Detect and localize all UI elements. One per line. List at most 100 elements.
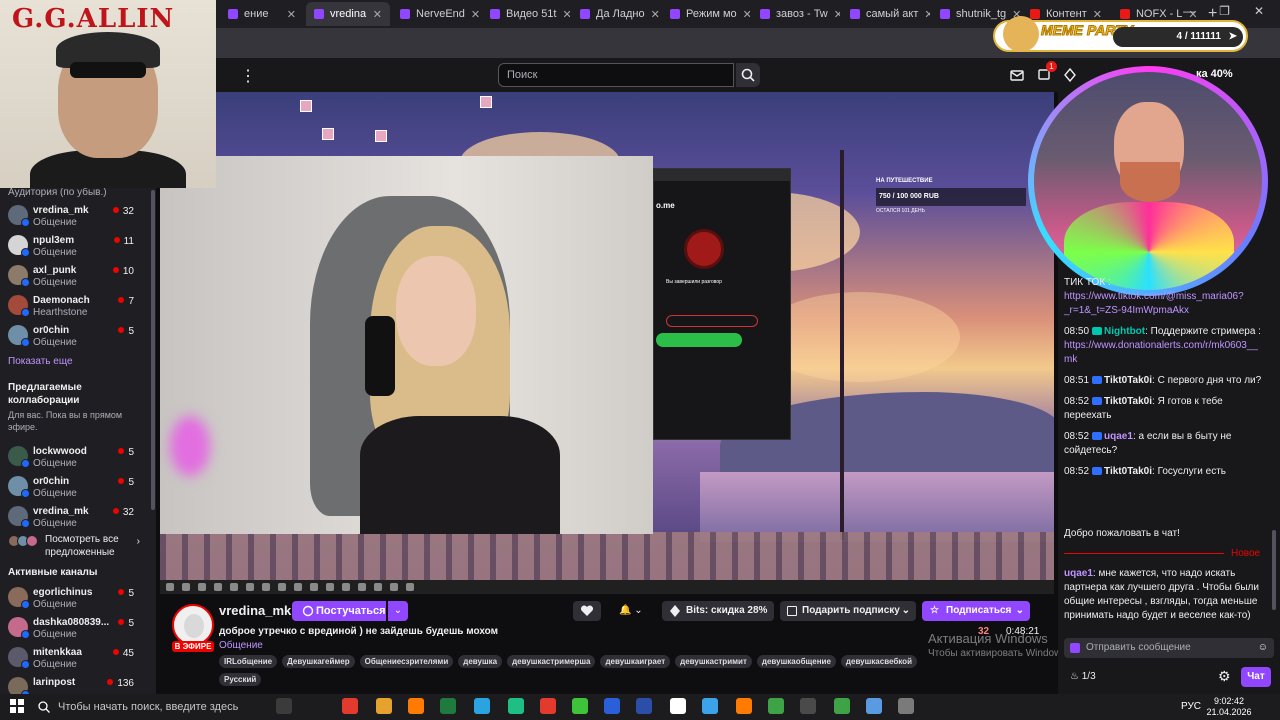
taskbar-app-icon[interactable] [604, 698, 620, 714]
stream-tag[interactable]: Русский [219, 673, 262, 686]
close-tab-icon[interactable]: ✕ [834, 8, 840, 21]
sidebar-channel-item[interactable]: or0chin Общение 5 [0, 320, 156, 350]
taskbar-app-icon[interactable] [768, 698, 784, 714]
see-all-suggested-button[interactable]: Посмотреть все предложенные › [0, 531, 156, 561]
stream-tag[interactable]: Общениесзрителями [359, 655, 454, 668]
stream-tag[interactable]: девушкасвебкой [840, 655, 917, 668]
close-tab-icon[interactable]: ✕ [1093, 8, 1102, 21]
windows-start-icon[interactable] [10, 699, 24, 713]
raid-button[interactable]: Постучаться [292, 601, 386, 621]
sidebar-channel-item[interactable]: larinpost 136 [0, 672, 156, 694]
taskbar-app-icon[interactable] [408, 698, 424, 714]
bits-button[interactable]: Bits: скидка 28% [662, 601, 774, 621]
browser-tab[interactable]: Видео 51t ✕ [482, 2, 570, 26]
browser-tab[interactable]: самый акт ✕ [842, 2, 930, 26]
sidebar-scrollbar[interactable] [151, 190, 155, 510]
browser-tab[interactable]: ение ✕ [220, 2, 304, 26]
stream-tag[interactable]: девушкаиграет [600, 655, 671, 668]
sidebar-channel-item[interactable]: axl_punk Общение 10 [0, 260, 156, 290]
sidebar-channel-item[interactable]: lockwwood Общение 5 [0, 441, 156, 471]
chat-username[interactable]: Tikt0Tak0i [1104, 466, 1152, 477]
taskbar-app-icon[interactable] [540, 698, 556, 714]
stream-tag[interactable]: девушка [458, 655, 503, 668]
bits-icon[interactable] [1070, 643, 1080, 653]
taskbar-app-icon[interactable] [834, 698, 850, 714]
streamer-name[interactable]: vredina_mk [219, 603, 291, 618]
close-tab-icon[interactable]: ✕ [287, 8, 296, 21]
minimize-icon[interactable]: — [1183, 4, 1195, 18]
inbox-icon[interactable] [1010, 68, 1024, 82]
taskbar-app-icon[interactable] [736, 698, 752, 714]
taskbar-app-icon[interactable] [702, 698, 718, 714]
stream-tag[interactable]: девушкастримерша [507, 655, 596, 668]
chat-settings-icon[interactable]: ⚙ [1218, 668, 1231, 685]
chat-username[interactable]: uqae1 [1104, 431, 1133, 442]
stream-category-link[interactable]: Общение [219, 640, 263, 651]
taskbar-app-icon[interactable] [636, 698, 652, 714]
browser-tab[interactable]: Да Ладно ✕ [572, 2, 660, 26]
chat-link[interactable]: https://www.donationalerts.com/r/mk0603_… [1064, 340, 1258, 365]
taskbar-app-icon[interactable] [866, 698, 882, 714]
sidebar-channel-item[interactable]: Daemonach Hearthstone 7 [0, 290, 156, 320]
stream-tag[interactable]: Девушкагеймер [282, 655, 355, 668]
windows-search-input[interactable]: Чтобы начать поиск, введите здесь запрос [34, 697, 262, 717]
chat-username[interactable]: Tikt0Tak0i [1104, 375, 1152, 386]
close-window-icon[interactable]: ✕ [1254, 4, 1264, 18]
maximize-icon[interactable]: ❐ [1219, 4, 1230, 18]
emote-icon[interactable]: ☺ [1258, 638, 1268, 658]
streamer-avatar[interactable] [172, 604, 214, 646]
sidebar-channel-item[interactable]: vredina_mk Общение 32 [0, 501, 156, 531]
stream-tag[interactable]: IRLобщение [219, 655, 278, 668]
taskbar-app-icon[interactable] [342, 698, 358, 714]
language-indicator[interactable]: РУС [1181, 701, 1201, 712]
close-tab-icon[interactable]: ✕ [562, 8, 570, 21]
browser-tab[interactable]: завоз - Tw ✕ [752, 2, 840, 26]
chat-link[interactable]: https://www.tiktok.com/@miss_maria06?_r=… [1064, 291, 1244, 316]
bits-icon[interactable] [1063, 68, 1077, 82]
chat-username[interactable]: uqae1 [1064, 568, 1093, 579]
taskbar-app-icon[interactable] [800, 698, 816, 714]
notifications-bell-button[interactable]: 🔔 ⌄ [611, 601, 657, 621]
chat-input[interactable]: Отправить сообщение ☺ [1064, 638, 1274, 658]
close-tab-icon[interactable]: ✕ [471, 8, 480, 21]
taskbar-app-icon[interactable] [376, 698, 392, 714]
chat-username[interactable]: Tikt0Tak0i [1104, 396, 1152, 407]
search-button[interactable] [736, 63, 760, 87]
browser-tab[interactable]: NerveEnd ✕ [392, 2, 480, 26]
browser-tab[interactable]: Режим мо ✕ [662, 2, 750, 26]
more-menu-icon[interactable]: ⋮ [240, 66, 256, 86]
chat-send-button[interactable]: Чат [1241, 667, 1271, 687]
chat-scrollbar[interactable] [1272, 530, 1276, 610]
raid-dropdown-button[interactable]: ⌄ [388, 601, 408, 621]
close-tab-icon[interactable]: ✕ [924, 8, 930, 21]
follow-button[interactable] [573, 601, 601, 621]
show-more-link[interactable]: Показать еще [0, 350, 156, 377]
search-input[interactable]: Поиск [498, 63, 734, 87]
gift-subscription-button[interactable]: Подарить подписку ⌄ [780, 601, 916, 621]
system-clock[interactable]: 9:02:42 21.04.2026 [1204, 696, 1254, 718]
taskbar-app-icon[interactable] [898, 698, 914, 714]
stream-tag[interactable]: девушкаобщение [756, 655, 836, 668]
chat-username[interactable]: Nightbot [1104, 326, 1145, 337]
taskbar-app-icon[interactable] [572, 698, 588, 714]
taskbar-app-icon[interactable] [474, 698, 490, 714]
sidebar-channel-item[interactable]: dashka080839... Общение 5 [0, 612, 156, 642]
taskbar-app-icon[interactable] [440, 698, 456, 714]
taskbar-app-icon[interactable] [276, 698, 292, 714]
sidebar-channel-item[interactable]: or0chin Общение 5 [0, 471, 156, 501]
close-tab-icon[interactable]: ✕ [651, 8, 660, 21]
subscribe-button[interactable]: ☆ Подписаться ⌄ [922, 601, 1030, 621]
close-tab-icon[interactable]: ✕ [743, 8, 750, 21]
taskbar-app-icon[interactable] [508, 698, 524, 714]
sidebar-channel-item[interactable]: egorlichinus Общение 5 [0, 582, 156, 612]
browser-tab[interactable]: vredina ✕ [306, 2, 390, 26]
video-player[interactable]: НА ПУТЕШЕСТВИЕ 750 / 100 000 RUB ОСТАЛСЯ… [160, 92, 1054, 594]
sidebar-channel-item[interactable]: vredina_mk Общение 32 [0, 200, 156, 230]
sidebar-channel-item[interactable]: mitenkkaa Общение 45 [0, 642, 156, 672]
channel-viewers: 5 [118, 477, 134, 488]
stream-tag[interactable]: девушкастримит [675, 655, 752, 668]
sidebar-channel-item[interactable]: npul3em Общение 11 [0, 230, 156, 260]
channel-points[interactable]: ♨ 1/3 [1070, 671, 1096, 682]
close-tab-icon[interactable]: ✕ [373, 8, 382, 21]
taskbar-app-icon[interactable] [670, 698, 686, 714]
